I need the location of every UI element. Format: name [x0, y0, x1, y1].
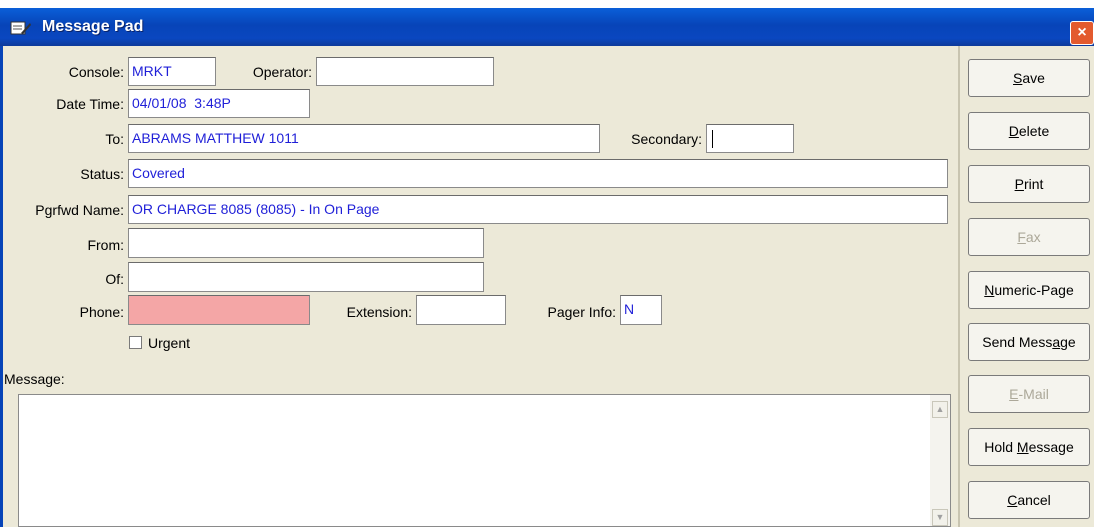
button-label-part: elete	[1018, 123, 1050, 139]
console-label: Console:	[68, 64, 124, 80]
datetime-label: Date Time:	[56, 96, 124, 112]
window-title: Message Pad	[42, 18, 144, 35]
pgrfwd-label: Pgrfwd Name:	[35, 202, 124, 218]
notepad-pen-icon	[10, 20, 32, 36]
pgrfwd-field[interactable]: OR CHARGE 8085 (8085) - In On Page	[128, 195, 948, 224]
button-label-part: umeric-Page	[994, 282, 1074, 298]
hold-message-button[interactable]: Hold Message	[968, 428, 1090, 466]
of-field[interactable]	[128, 262, 484, 292]
from-field[interactable]	[128, 228, 484, 258]
button-label-part: ax	[1025, 229, 1041, 245]
button-label-part: -Mail	[1018, 386, 1049, 402]
message-textarea[interactable]: ▲ ▼	[18, 394, 951, 527]
secondary-field[interactable]	[706, 124, 794, 153]
status-label: Status:	[80, 166, 124, 182]
button-label-part: rint	[1023, 176, 1044, 192]
panel-divider	[958, 46, 960, 527]
operator-field[interactable]	[316, 57, 494, 86]
message-scrollbar[interactable]: ▲ ▼	[930, 395, 950, 526]
extension-label: Extension:	[346, 304, 412, 320]
send-message-button[interactable]: Send Message	[968, 323, 1090, 361]
phone-label: Phone:	[79, 304, 124, 320]
status-field[interactable]: Covered	[128, 159, 948, 188]
to-label: To:	[105, 131, 124, 147]
button-label-part: P	[1014, 176, 1024, 192]
datetime-field[interactable]: 04/01/08 3:48P	[128, 89, 310, 118]
email-button[interactable]: E-Mail	[968, 375, 1090, 413]
numeric-page-button[interactable]: Numeric-Page	[968, 271, 1090, 309]
button-label-part: M	[1016, 439, 1029, 455]
button-label-part: Send Mess	[982, 334, 1053, 350]
delete-button[interactable]: Delete	[968, 112, 1090, 150]
urgent-checkbox[interactable]	[129, 336, 142, 349]
button-label-part: ge	[1060, 334, 1076, 350]
close-icon: ×	[1077, 24, 1087, 41]
top-strip	[0, 0, 1094, 8]
of-label: Of:	[105, 271, 124, 287]
from-label: From:	[87, 237, 124, 253]
console-field[interactable]: MRKT	[128, 57, 216, 86]
button-label-part: F	[1017, 229, 1026, 245]
close-button[interactable]: ×	[1070, 21, 1094, 45]
button-label-part: essage	[1028, 439, 1074, 455]
message-label: Message:	[4, 371, 65, 387]
scroll-down-arrow-icon[interactable]: ▼	[932, 509, 948, 526]
button-label-part: ancel	[1017, 492, 1051, 508]
fax-button[interactable]: Fax	[968, 218, 1090, 256]
phone-field[interactable]	[128, 295, 310, 325]
extension-field[interactable]	[416, 295, 506, 325]
secondary-label: Secondary:	[631, 131, 702, 147]
button-label-part: N	[984, 282, 995, 298]
pager-info-label: Pager Info:	[547, 304, 617, 320]
button-label-part: D	[1008, 123, 1019, 139]
save-button[interactable]: Save	[968, 59, 1090, 97]
button-label-part: S	[1013, 70, 1023, 86]
scroll-up-arrow-icon[interactable]: ▲	[932, 401, 948, 418]
to-field[interactable]: ABRAMS MATTHEW 1011	[128, 124, 600, 153]
cancel-button[interactable]: Cancel	[968, 481, 1090, 519]
print-button[interactable]: Print	[968, 165, 1090, 203]
button-label-part: Hold	[984, 439, 1017, 455]
urgent-label[interactable]: Urgent	[148, 335, 190, 351]
operator-label: Operator:	[252, 64, 312, 80]
button-label-part: E	[1009, 386, 1019, 402]
button-label-part: a	[1052, 334, 1061, 350]
button-label-part: C	[1007, 492, 1018, 508]
button-label-part: ave	[1022, 70, 1045, 86]
text-caret	[712, 130, 713, 149]
pager-info-field[interactable]: N	[620, 295, 662, 325]
title-bar[interactable]: Message Pad ×	[0, 8, 1094, 46]
